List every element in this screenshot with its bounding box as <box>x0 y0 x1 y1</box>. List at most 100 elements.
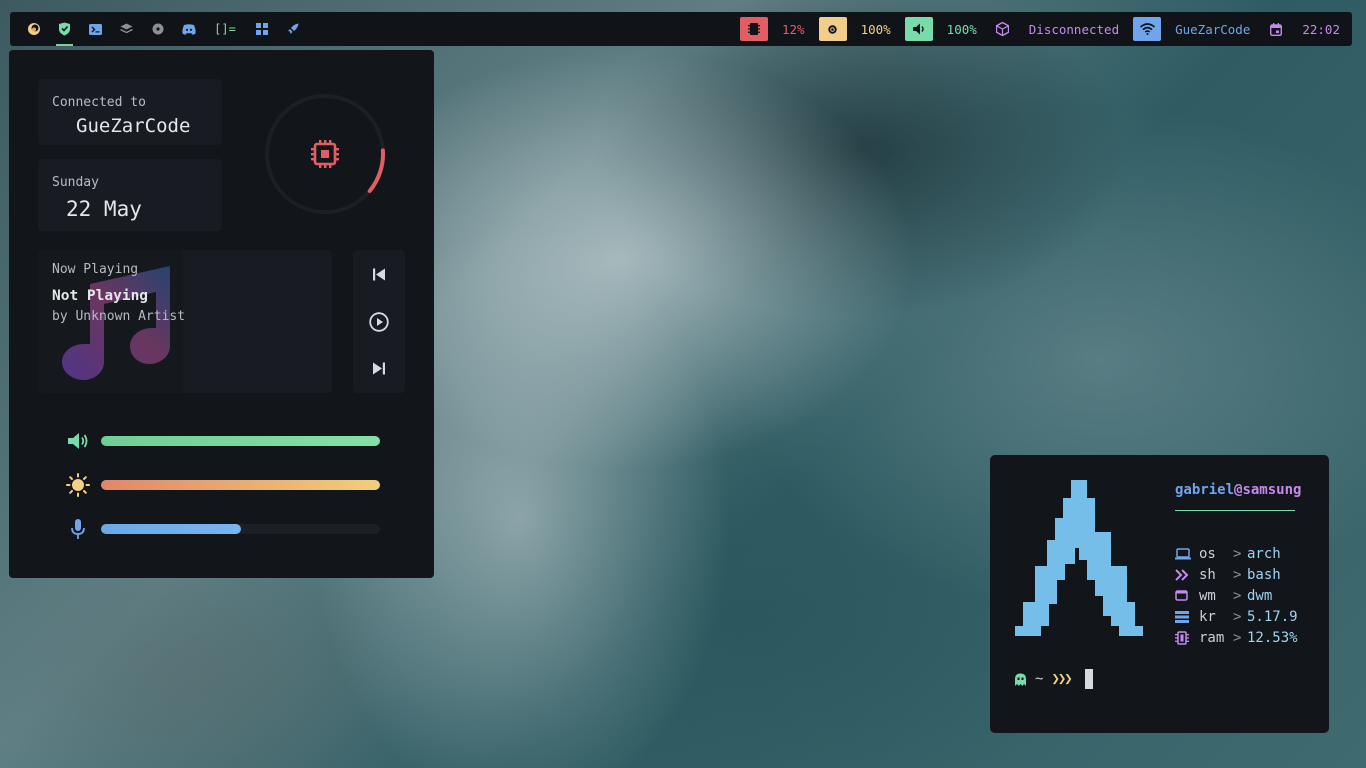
fetch-key: wm <box>1199 587 1216 604</box>
layers-icon <box>120 23 133 34</box>
brightness-slider[interactable] <box>101 480 380 490</box>
sun-icon <box>828 24 837 34</box>
fetch-arrow: > <box>1233 629 1242 646</box>
track-title: Not Playing <box>52 288 149 304</box>
skip-previous-icon <box>373 268 385 281</box>
volume-slider-fill <box>101 436 380 446</box>
date-card: Sunday 22 May <box>38 159 222 231</box>
fetch-row-wm: wm > dwm <box>1175 585 1298 606</box>
fetch-value: bash <box>1247 566 1281 583</box>
cpu-usage-ring <box>265 94 385 214</box>
workspace-terminal[interactable] <box>80 12 111 46</box>
play-circle-icon <box>369 311 389 332</box>
microphone-slider[interactable] <box>101 524 380 534</box>
control-center: Connected to GueZarCode Sunday 22 May No… <box>9 50 434 578</box>
now-playing-heading: Now Playing <box>52 262 139 277</box>
microphone-slider-fill <box>101 524 241 534</box>
laptop-icon <box>1175 547 1199 560</box>
microphone-icon[interactable] <box>65 518 91 540</box>
ghost-icon <box>1015 673 1026 686</box>
next-track-button[interactable] <box>353 352 405 386</box>
cube-icon <box>996 22 1010 36</box>
fetch-key: ram <box>1199 629 1225 646</box>
brightness-icon[interactable] <box>65 473 91 497</box>
volume-status-icon[interactable] <box>904 17 933 41</box>
fetch-key: sh <box>1199 566 1216 583</box>
vpn-status-icon[interactable] <box>991 17 1015 41</box>
fetch-value: 12.53% <box>1247 629 1298 646</box>
fetch-row-sh: sh > bash <box>1175 564 1298 585</box>
top-bar: []= 12% 100% 100% Disconnected GueZarCod… <box>10 12 1352 46</box>
microphone-slider-row <box>65 518 395 540</box>
previous-track-button[interactable] <box>353 258 405 292</box>
shield-icon <box>59 22 70 36</box>
grid-icon <box>255 23 268 35</box>
fetch-host: samsung <box>1242 482 1302 498</box>
wifi-icon <box>1139 23 1155 35</box>
calendar-icon <box>1270 22 1283 36</box>
workspace-layers[interactable] <box>111 12 142 46</box>
cpu-chip-icon <box>311 140 339 168</box>
terminal-icon <box>89 23 102 35</box>
calendar-status-icon[interactable] <box>1264 17 1288 41</box>
kernel-icon <box>1175 610 1199 623</box>
network-card[interactable]: Connected to GueZarCode <box>38 79 222 145</box>
volume-status-value: 100% <box>946 21 977 37</box>
firefox-icon <box>27 23 40 35</box>
fetch-divider <box>1175 510 1295 511</box>
brightness-status-icon[interactable] <box>818 17 847 41</box>
cpu-chip-icon <box>747 23 760 35</box>
fetch-terminal[interactable]: gabriel@samsung os > arch sh > bash wm >… <box>990 455 1329 733</box>
brightness-slider-row <box>65 473 395 497</box>
brightness-slider-fill <box>101 480 380 490</box>
vpn-status-value: Disconnected <box>1028 21 1120 37</box>
memory-icon <box>1175 630 1199 645</box>
status-area: 12% 100% 100% Disconnected GueZarCode 22… <box>739 12 1352 46</box>
fetch-value: 5.17.9 <box>1247 608 1298 625</box>
network-ssid: GueZarCode <box>76 115 191 137</box>
launcher-button[interactable] <box>277 12 308 46</box>
date-day-month: 22 May <box>66 197 142 221</box>
fetch-user-host: gabriel@samsung <box>1175 482 1301 498</box>
fetch-value: arch <box>1247 545 1281 562</box>
fetch-key: os <box>1199 545 1216 562</box>
music-card: Now Playing Not Playing by Unknown Artis… <box>38 250 332 393</box>
wifi-status-value: GueZarCode <box>1175 21 1251 37</box>
window-icon <box>1175 590 1199 601</box>
terminal-cursor[interactable] <box>1084 669 1093 689</box>
cpu-status-icon[interactable] <box>739 17 768 41</box>
fetch-arrow: > <box>1233 608 1242 625</box>
volume-slider-row <box>65 430 395 452</box>
play-pause-button[interactable] <box>353 305 405 339</box>
volume-icon[interactable] <box>65 430 91 452</box>
volume-slider[interactable] <box>101 436 380 446</box>
fetch-row-kr: kr > 5.17.9 <box>1175 606 1298 627</box>
wifi-status-icon[interactable] <box>1133 17 1162 41</box>
fetch-arrow: > <box>1233 545 1242 562</box>
cpu-usage-arc <box>367 148 385 193</box>
prompt-path: ~ <box>1035 671 1044 687</box>
fetch-row-os: os > arch <box>1175 543 1298 564</box>
fetch-user: gabriel <box>1175 482 1235 498</box>
fetch-arrow: > <box>1233 566 1242 583</box>
skip-next-icon <box>373 362 385 375</box>
discord-icon <box>181 23 196 35</box>
fetch-value: dwm <box>1247 587 1273 604</box>
arch-logo <box>1015 480 1143 636</box>
disc-icon <box>152 23 163 35</box>
fetch-arrow: > <box>1233 587 1242 604</box>
prompt-symbol: ❯❯❯ <box>1051 671 1072 687</box>
workspace-firefox[interactable] <box>18 12 49 46</box>
date-weekday: Sunday <box>52 175 99 190</box>
fetch-key: kr <box>1199 608 1216 625</box>
fetch-info-list: os > arch sh > bash wm > dwm kr > 5.17.9… <box>1175 543 1298 648</box>
speaker-icon <box>912 23 924 35</box>
rocket-icon <box>287 23 298 34</box>
workspace-disc[interactable] <box>142 12 173 46</box>
workspace-shield[interactable] <box>49 12 80 46</box>
brightness-status-value: 100% <box>860 21 891 37</box>
chevrons-icon <box>1175 568 1199 581</box>
workspace-discord[interactable] <box>173 12 204 46</box>
layout-grid-button[interactable] <box>246 12 277 46</box>
layout-indicator[interactable]: []= <box>204 12 246 46</box>
